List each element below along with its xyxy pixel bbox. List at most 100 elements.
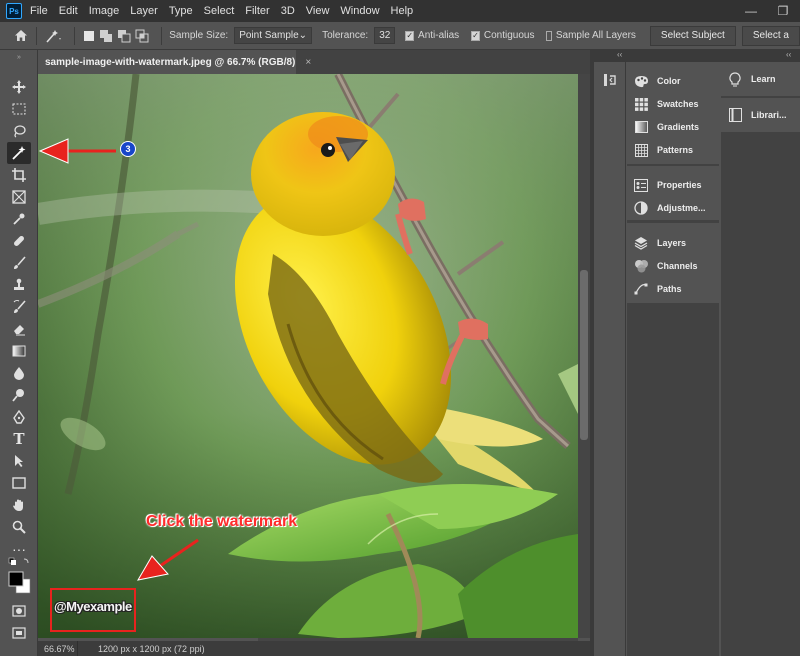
panel-learn-label: Learn xyxy=(751,74,776,84)
anti-alias-checkbox[interactable]: ✓ xyxy=(405,30,415,41)
sample-size-value: Point Sample xyxy=(239,30,299,41)
clone-stamp-tool-icon[interactable] xyxy=(7,274,31,296)
panel-learn[interactable]: Learn xyxy=(727,68,776,90)
photoshop-logo-icon[interactable]: Ps xyxy=(6,3,22,19)
tools-panel: » T ··· xyxy=(0,50,38,656)
panel-channels-label: Channels xyxy=(657,261,698,271)
panel-libraries[interactable]: Librari... xyxy=(727,104,787,126)
panel-libraries-label: Librari... xyxy=(751,110,787,120)
menu-3d[interactable]: 3D xyxy=(281,5,303,17)
panel-properties[interactable]: Properties xyxy=(633,174,702,196)
panel-color[interactable]: Color xyxy=(633,70,681,92)
history-brush-tool-icon[interactable] xyxy=(7,296,31,318)
panel-gradients-label: Gradients xyxy=(657,122,700,132)
subtract-from-selection-icon[interactable] xyxy=(117,27,131,45)
menu-window[interactable]: Window xyxy=(340,5,387,17)
eyedropper-tool-icon[interactable] xyxy=(7,208,31,230)
hand-tool-icon[interactable] xyxy=(7,494,31,516)
collapse-panels-icon[interactable]: ‹‹ xyxy=(617,50,622,59)
select-subject-button[interactable]: Select Subject xyxy=(649,25,736,46)
gradient-tool-icon[interactable] xyxy=(7,340,31,362)
menu-image[interactable]: Image xyxy=(89,5,128,17)
channels-icon xyxy=(633,258,649,274)
toolbar-collapse-icon[interactable]: » xyxy=(7,52,31,62)
home-icon[interactable] xyxy=(14,24,28,48)
healing-brush-tool-icon[interactable] xyxy=(7,230,31,252)
new-selection-icon[interactable] xyxy=(83,27,95,45)
close-icon[interactable]: × xyxy=(305,57,311,68)
foreground-background-color-swatch[interactable] xyxy=(7,570,31,596)
brush-tool-icon[interactable] xyxy=(7,252,31,274)
palette-icon xyxy=(633,73,649,89)
eraser-tool-icon[interactable] xyxy=(7,318,31,340)
panel-patterns[interactable]: Patterns xyxy=(633,139,693,161)
dodge-tool-icon[interactable] xyxy=(7,384,31,406)
magic-wand-preset-icon[interactable] xyxy=(44,27,62,45)
history-panel-strip xyxy=(594,62,626,656)
panel-adjustments[interactable]: Adjustme... xyxy=(633,197,706,219)
path-selection-tool-icon[interactable] xyxy=(7,450,31,472)
quick-mask-icon[interactable] xyxy=(7,600,31,622)
frame-tool-icon[interactable] xyxy=(7,186,31,208)
panel-gradients[interactable]: Gradients xyxy=(633,116,699,138)
menu-type[interactable]: Type xyxy=(169,5,201,17)
tolerance-input[interactable]: 32 xyxy=(374,27,396,44)
panel-swatches-label: Swatches xyxy=(657,99,699,109)
menu-filter[interactable]: Filter xyxy=(245,5,277,17)
document-dimensions: 1200 px x 1200 px (72 ppi) xyxy=(98,643,205,654)
blur-tool-icon[interactable] xyxy=(7,362,31,384)
menu-layer[interactable]: Layer xyxy=(130,5,166,17)
sample-size-label: Sample Size: xyxy=(169,30,229,41)
history-icon[interactable] xyxy=(602,72,618,88)
panel-swatches[interactable]: Swatches xyxy=(633,93,699,115)
lasso-tool-icon[interactable] xyxy=(7,120,31,142)
collapse-panels-icon-right[interactable]: ‹‹ xyxy=(786,50,791,59)
crop-tool-icon[interactable] xyxy=(7,164,31,186)
document-tab-title: sample-image-with-watermark.jpeg @ 66.7%… xyxy=(45,56,296,68)
restore-button[interactable]: ❐ xyxy=(768,0,798,22)
panel-paths[interactable]: Paths xyxy=(633,278,682,300)
menu-select[interactable]: Select xyxy=(204,5,243,17)
step-number-badge: 3 xyxy=(120,141,136,157)
menu-file[interactable]: File xyxy=(30,5,56,17)
menu-view[interactable]: View xyxy=(306,5,338,17)
panel-channels[interactable]: Channels xyxy=(633,255,698,277)
annotation-arrow-watermark xyxy=(137,538,199,581)
bird-photo xyxy=(38,74,578,638)
magic-wand-tool-icon[interactable] xyxy=(7,142,31,164)
type-tool-icon[interactable]: T xyxy=(7,428,31,450)
pen-tool-icon[interactable] xyxy=(7,406,31,428)
sample-all-layers-checkbox[interactable] xyxy=(546,30,552,41)
move-tool-icon[interactable] xyxy=(7,76,31,98)
zoom-tool-icon[interactable] xyxy=(7,516,31,538)
panel-layers[interactable]: Layers xyxy=(633,232,686,254)
document-tab-bar: sample-image-with-watermark.jpeg @ 66.7%… xyxy=(38,50,590,74)
adjustments-icon xyxy=(633,200,649,216)
scrollbar-thumb[interactable] xyxy=(580,270,588,440)
watermark-text[interactable]: @Myexample xyxy=(54,599,132,614)
add-to-selection-icon[interactable] xyxy=(99,27,113,45)
chevron-down-icon: ⌄ xyxy=(298,30,308,41)
select-and-mask-button[interactable]: Select a xyxy=(741,25,800,46)
zoom-level[interactable]: 66.67% xyxy=(38,641,78,656)
rectangle-tool-icon[interactable] xyxy=(7,472,31,494)
document-tab[interactable]: sample-image-with-watermark.jpeg @ 66.7%… xyxy=(38,50,311,74)
default-colors-icon[interactable] xyxy=(7,556,31,570)
vertical-scrollbar[interactable] xyxy=(578,74,590,638)
marquee-tool-icon[interactable] xyxy=(7,98,31,120)
lightbulb-icon xyxy=(727,71,743,87)
anti-alias-label: Anti-alias xyxy=(418,30,460,41)
paths-icon xyxy=(633,281,649,297)
panels-column: Color Swatches Gradients Patterns Proper… xyxy=(627,62,719,656)
sample-size-select[interactable]: Point Sample ⌄ xyxy=(234,27,313,44)
menu-edit[interactable]: Edit xyxy=(59,5,86,17)
panel-adjustments-label: Adjustme... xyxy=(657,203,706,213)
intersect-selection-icon[interactable] xyxy=(135,27,149,45)
minimize-button[interactable]: — xyxy=(736,0,766,22)
document-canvas[interactable] xyxy=(38,74,578,638)
contiguous-label: Contiguous xyxy=(483,30,535,41)
contiguous-checkbox[interactable]: ✓ xyxy=(471,30,480,41)
menu-help[interactable]: Help xyxy=(391,5,422,17)
screen-mode-icon[interactable] xyxy=(7,622,31,644)
sample-all-layers-label: Sample All Layers xyxy=(555,30,636,41)
